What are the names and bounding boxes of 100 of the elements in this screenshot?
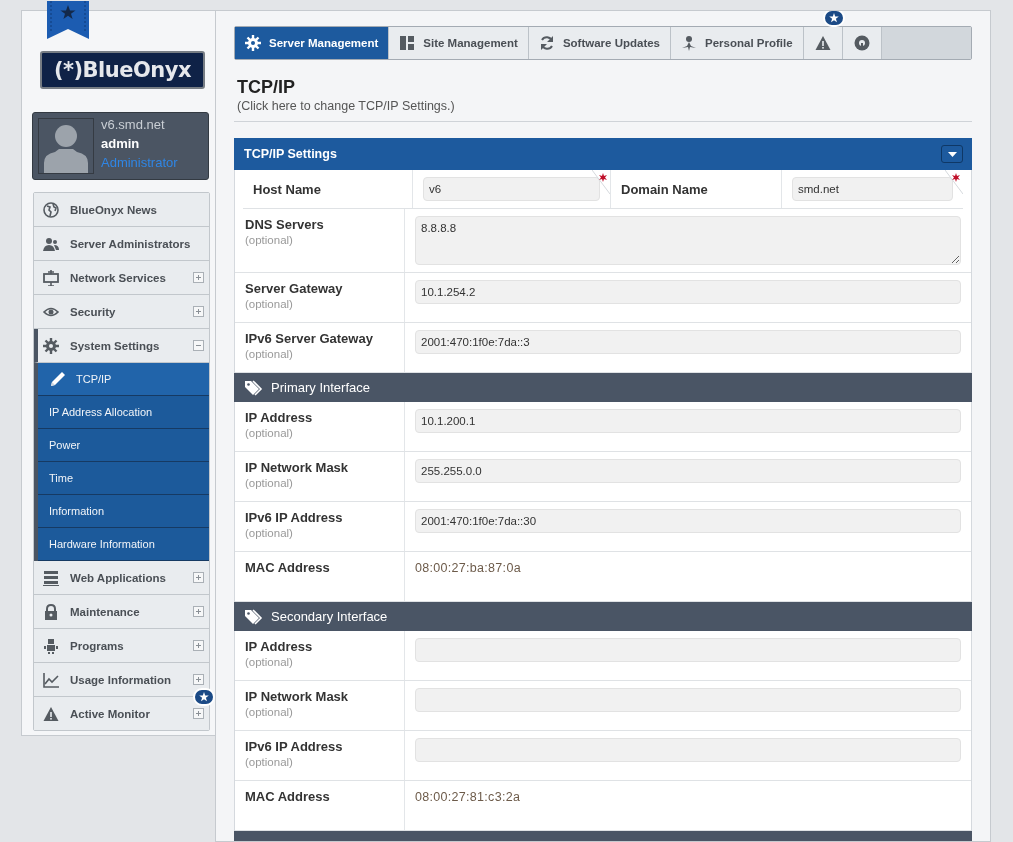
field-label: IP Address (245, 639, 314, 654)
chart-icon (43, 671, 59, 688)
robot-icon (43, 637, 59, 654)
menu-label: Programs (70, 639, 125, 652)
submenu-item[interactable]: Hardware Information (38, 528, 209, 561)
input-field[interactable]: smd.net (792, 177, 953, 201)
input-field[interactable]: 10.1.254.2 (415, 280, 961, 304)
people-icon (43, 235, 59, 252)
field-label: Host Name (253, 181, 321, 197)
field-label: Server Gateway (245, 281, 344, 296)
warning-icon (814, 35, 831, 51)
collapse-icon (193, 340, 204, 351)
input-field[interactable]: v6 (423, 177, 600, 201)
lock-icon (43, 603, 59, 620)
menu-label: Web Applications (70, 571, 167, 584)
field-value: 08:00:27:81:c3:2a (415, 789, 522, 804)
layout-icon (399, 35, 416, 51)
warning-icon (43, 705, 59, 722)
menu-item[interactable]: BlueOnyx News (34, 193, 209, 227)
input-field[interactable]: 2001:470:1f0e:7da::3 (415, 330, 961, 354)
refresh-icon (538, 35, 555, 51)
expand-icon (193, 640, 204, 651)
tags-icon (245, 608, 263, 625)
field-value: 08:00:27:ba:87:0a (415, 560, 522, 575)
field-hint: (optional) (245, 348, 294, 360)
section-title: Secondary Interface (271, 609, 388, 624)
server-hostname: v6.smd.net (101, 116, 166, 134)
menu-label: Active Monitor (70, 707, 151, 720)
submenu-item[interactable]: Power (38, 429, 209, 462)
menu-item[interactable]: Active Monitor (34, 697, 209, 730)
field-label: IP Address (245, 410, 314, 425)
field-hint: (optional) (245, 427, 294, 439)
tab[interactable]: Software Updates (528, 27, 671, 59)
field-label: IPv6 Server Gateway (245, 331, 374, 346)
field-hint: (optional) (245, 527, 294, 539)
section-title: Primary Interface (271, 380, 370, 395)
menu-label: Usage Information (70, 673, 172, 686)
field-hint: (optional) (245, 477, 294, 489)
expand-icon (193, 674, 204, 685)
text-area[interactable]: 8.8.8.8 (415, 216, 961, 265)
field-hint: (optional) (245, 706, 294, 718)
menu-label: Maintenance (70, 605, 141, 618)
menu-item[interactable]: Server Administrators (34, 227, 209, 261)
input-field[interactable]: 2001:470:1f0e:7da::30 (415, 509, 961, 533)
input-field[interactable]: 10.1.200.1 (415, 409, 961, 433)
field-hint: (optional) (245, 298, 294, 310)
menu-label: Security (70, 305, 117, 318)
menu-item[interactable]: Network Services (34, 261, 209, 295)
form-title: TCP/IP Settings (244, 147, 337, 161)
page-title: TCP/IP (236, 77, 296, 98)
gear-icon (245, 35, 261, 51)
globe-icon (43, 201, 59, 218)
field-label: Domain Name (621, 181, 708, 197)
monitor-icon (43, 269, 59, 286)
page-subtitle-link[interactable]: (Click here to change TCP/IP Settings.) (234, 99, 972, 113)
field-label: IPv6 IP Address (245, 739, 344, 754)
menu-item[interactable]: Programs (34, 629, 209, 663)
field-label: IP Network Mask (245, 689, 350, 704)
tags-icon (245, 379, 263, 396)
field-hint: (optional) (245, 756, 294, 768)
tab[interactable]: Personal Profile (671, 27, 804, 59)
menu-item[interactable]: Usage Information (34, 663, 209, 697)
submenu-item[interactable]: IP Address Allocation (38, 396, 209, 429)
menu-label: BlueOnyx News (70, 203, 158, 216)
menu-item[interactable]: Maintenance (34, 595, 209, 629)
field-label: MAC Address (245, 789, 331, 804)
menu-item[interactable]: Security (34, 295, 209, 329)
input-field[interactable] (415, 738, 961, 762)
logo[interactable]: (*)BlueOnyx (40, 51, 205, 89)
submenu-item[interactable]: Information (38, 495, 209, 528)
field-hint: (optional) (245, 234, 294, 246)
expand-icon (193, 708, 204, 719)
input-field[interactable] (415, 688, 961, 712)
input-field[interactable]: 255.255.0.0 (415, 459, 961, 483)
field-label: IP Network Mask (245, 460, 350, 475)
menu-item[interactable]: System Settings (34, 329, 209, 363)
submenu-item[interactable]: TCP/IP (38, 363, 209, 396)
ribbon-icon (47, 1, 89, 39)
user-name: admin (101, 135, 141, 153)
field-hint: (optional) (245, 656, 294, 668)
tab[interactable]: Site Management (389, 27, 529, 59)
person-icon (681, 35, 697, 51)
field-label: MAC Address (245, 560, 331, 575)
submenu-item[interactable]: Time (38, 462, 209, 495)
expand-icon (193, 572, 204, 583)
menu-item[interactable]: Web Applications (34, 561, 209, 595)
menu-label: Server Administrators (70, 237, 192, 250)
field-label: IPv6 IP Address (245, 510, 344, 525)
gear-icon (43, 337, 59, 354)
expand-icon (193, 606, 204, 617)
pencil-icon (49, 370, 67, 388)
tab[interactable]: Server Management (235, 27, 390, 59)
expand-icon (193, 272, 204, 283)
dropdown-button[interactable] (941, 145, 963, 163)
menu-label: Network Services (70, 271, 167, 284)
server-icon (43, 569, 59, 586)
caret-icon (947, 151, 957, 157)
input-field[interactable] (415, 638, 961, 662)
expand-icon (193, 306, 204, 317)
field-label: DNS Servers (245, 217, 325, 232)
